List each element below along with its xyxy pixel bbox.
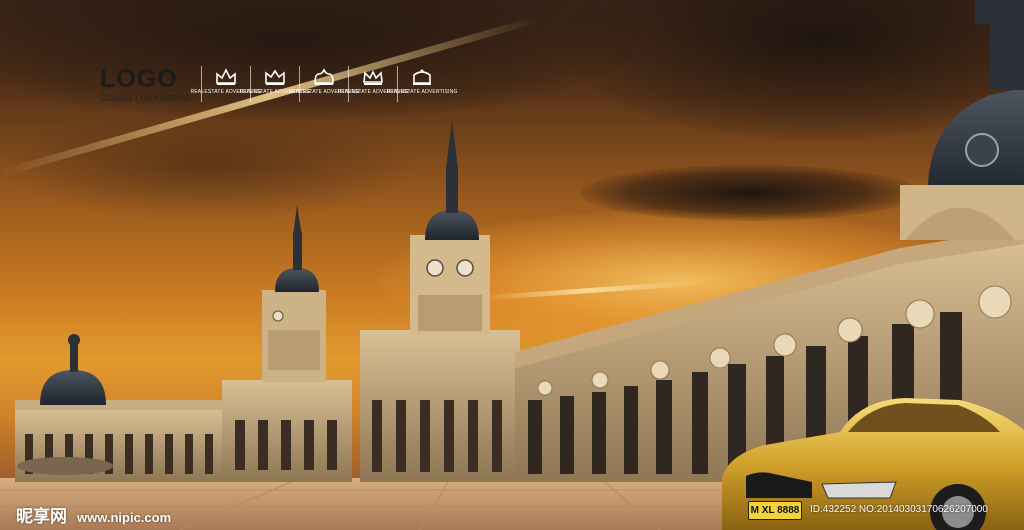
logo-block[interactable]: LOGO GONGS I QUANCENG: [100, 66, 191, 103]
crown-badge: REALESTATE ADVERTISING: [337, 66, 408, 102]
crown-badge: REALESTATE ADVERTISING: [190, 66, 261, 102]
left-clock-tower: [222, 205, 352, 482]
logo-subtitle: GONGS I QUANCENG: [100, 94, 191, 103]
crown-badge: REALESTATE ADVERTISING: [288, 66, 359, 102]
poster-scene: LOGO GONGS I QUANCENG REALESTATE ADVERTI…: [0, 0, 1024, 530]
crown-icon: [413, 69, 431, 85]
crown-caption: REALESTATE ADVERTISING: [386, 89, 458, 95]
crown-badges: REALESTATE ADVERTISING REALESTATE ADVERT…: [190, 66, 457, 102]
watermark-brand-name: 昵享网: [16, 507, 67, 527]
right-dome-tower: [900, 0, 1024, 240]
central-clock-tower: [360, 120, 520, 482]
crown-icon: [265, 69, 285, 85]
crown-badge: REALESTATE ADVERTISING: [386, 66, 457, 102]
watermark-url[interactable]: www.nipic.com: [77, 510, 171, 525]
watermark-id: ID:432252 NO:20140303170626207000: [810, 504, 988, 515]
license-plate: M XL 8888: [748, 501, 802, 520]
crown-icon: [363, 70, 383, 85]
left-wing-building: [15, 334, 230, 482]
crown-icon: [314, 68, 334, 85]
watermark-brand: 昵享网 www.nipic.com: [16, 502, 171, 527]
crown-badge: REALESTATE ADVERTISING: [239, 66, 310, 102]
crown-icon: [216, 68, 236, 85]
logo-title: LOGO: [100, 65, 178, 93]
